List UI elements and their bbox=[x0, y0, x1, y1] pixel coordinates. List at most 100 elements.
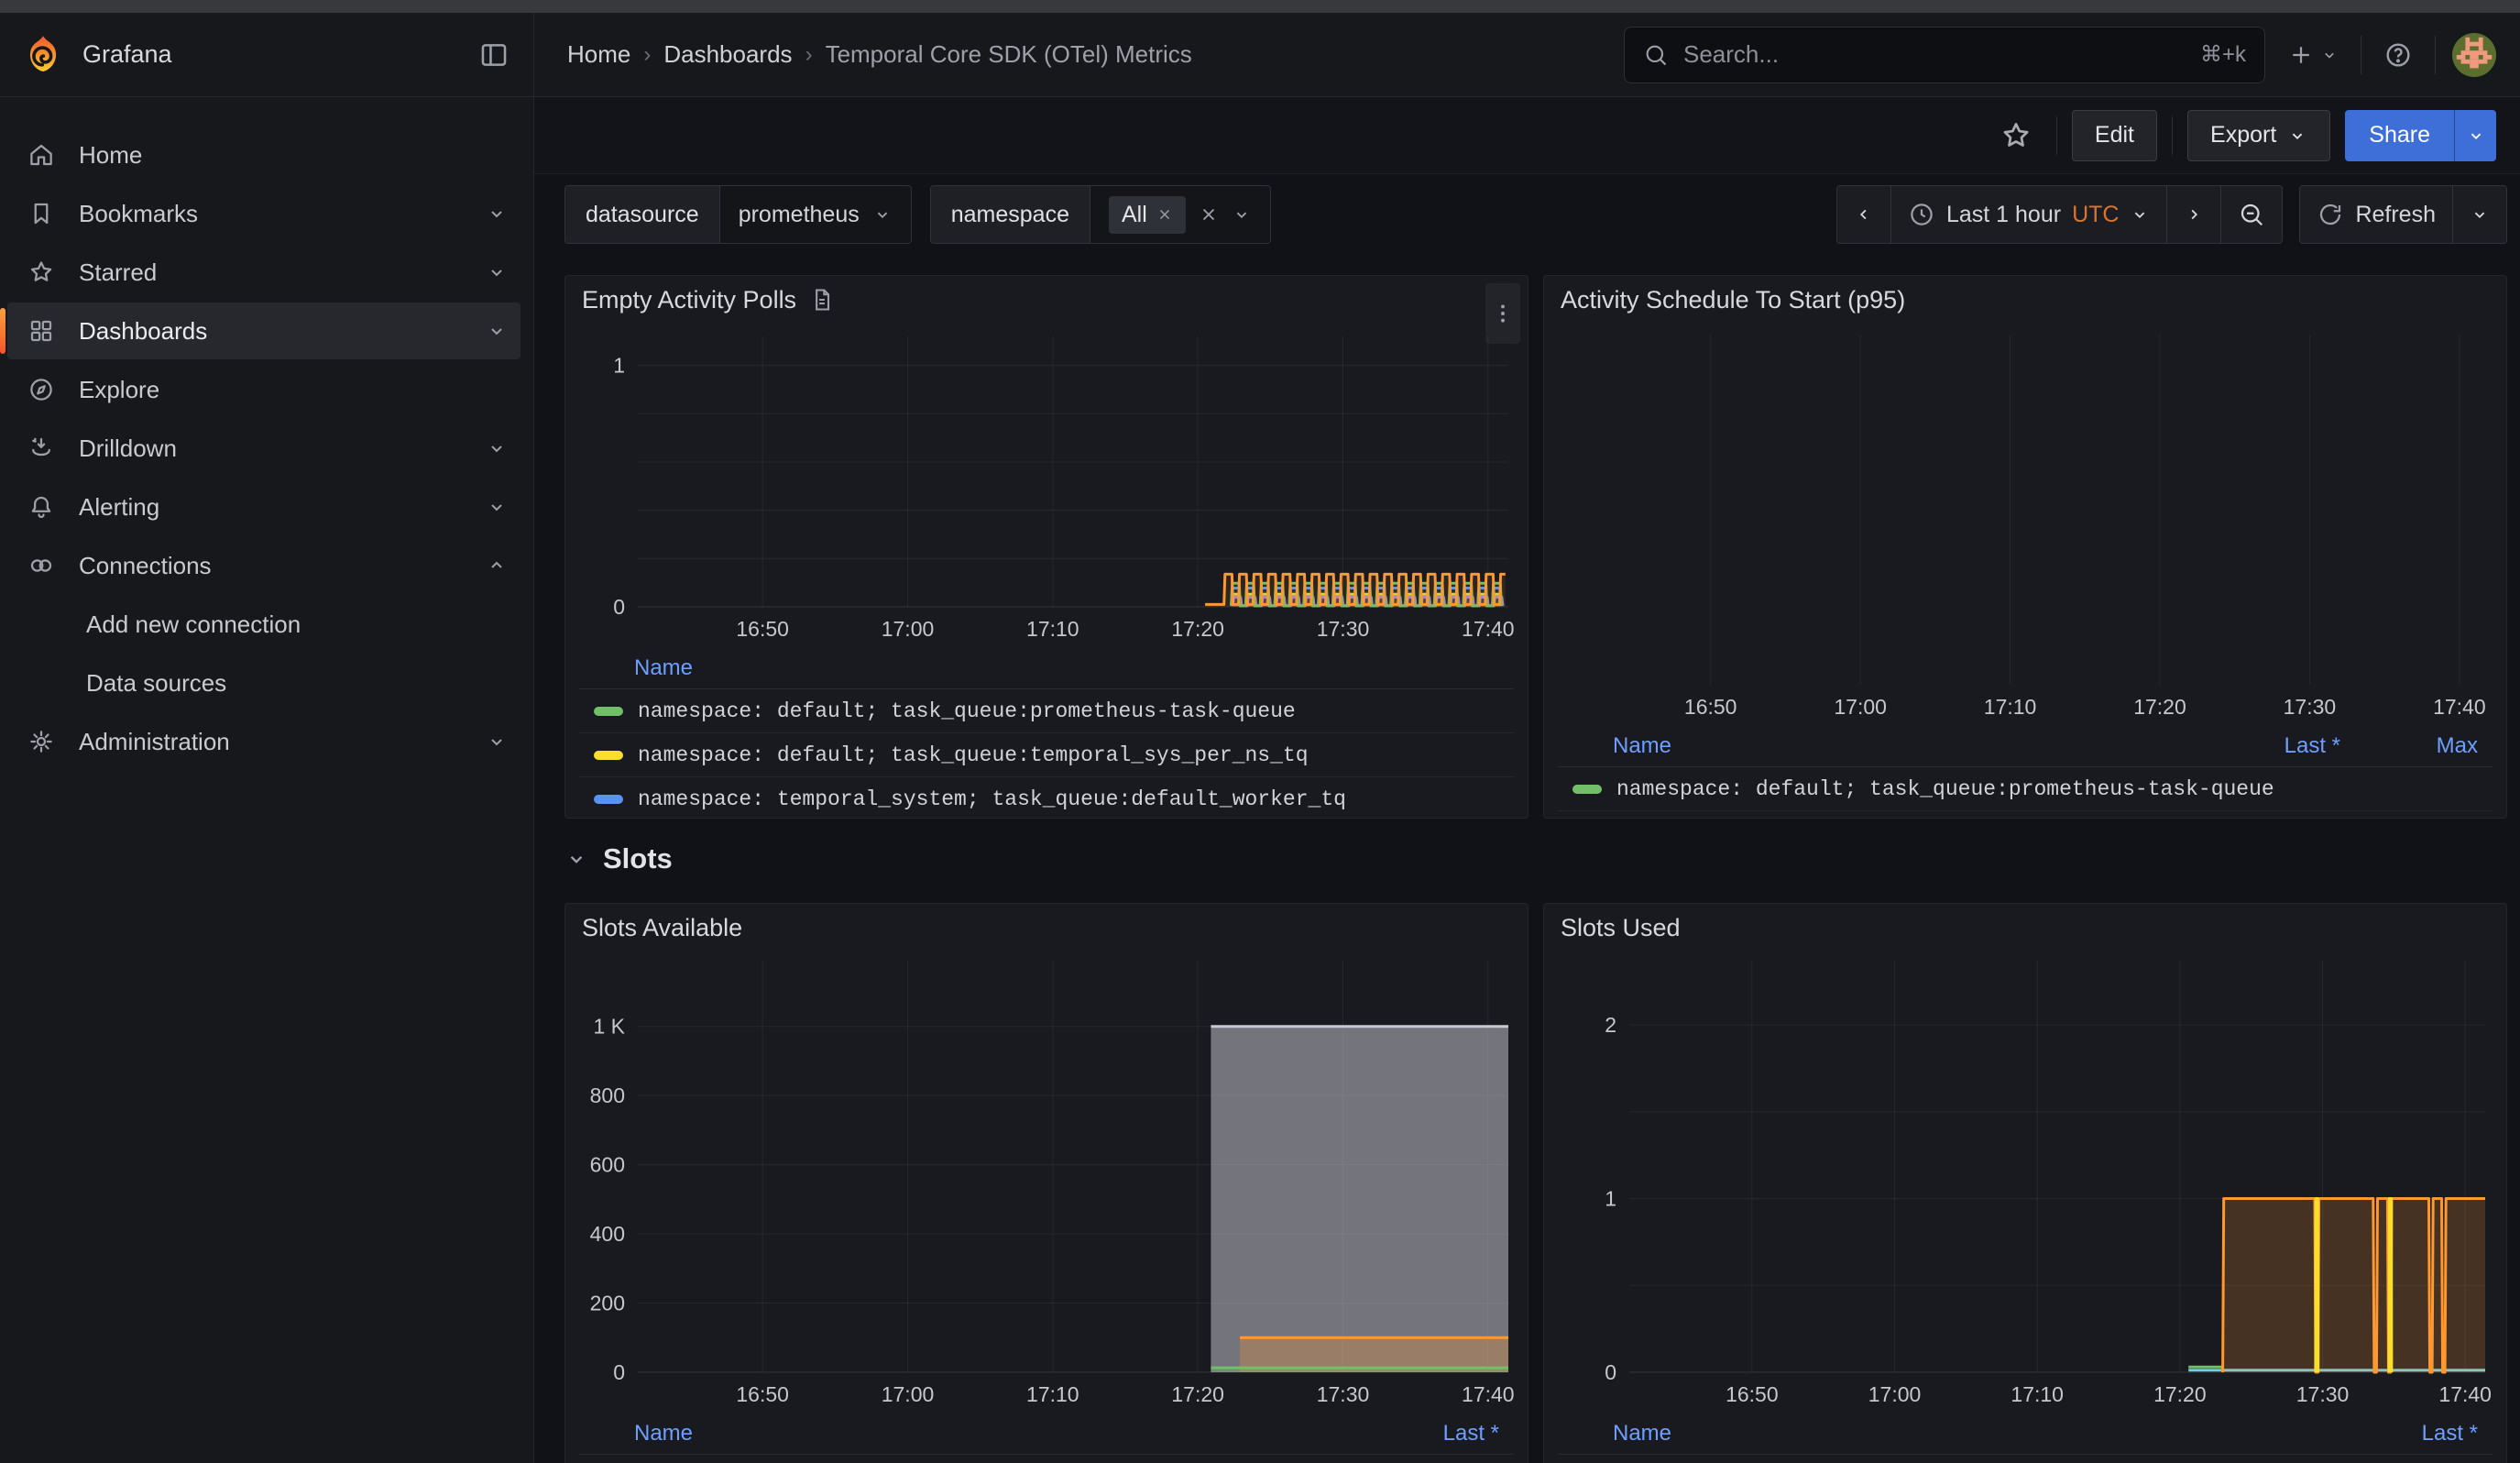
close-icon[interactable] bbox=[1156, 206, 1173, 223]
sidebar-item-bookmarks[interactable]: Bookmarks bbox=[7, 185, 520, 242]
time-shift-forward-button[interactable] bbox=[2167, 186, 2221, 243]
legend-sort-last[interactable]: Last * bbox=[2340, 1421, 2478, 1446]
search-box[interactable]: ⌘+k bbox=[1624, 27, 2265, 83]
chevron-up-icon bbox=[486, 555, 508, 577]
sidebar-item-data-sources[interactable]: Data sources bbox=[7, 654, 520, 711]
export-button[interactable]: Export bbox=[2187, 110, 2330, 161]
search-input[interactable] bbox=[1682, 39, 2187, 70]
svg-text:17:30: 17:30 bbox=[1317, 617, 1370, 641]
sidebar-item-label: Dashboards bbox=[79, 317, 462, 346]
sidebar-item-alerting[interactable]: Alerting bbox=[7, 478, 520, 535]
panel-title[interactable]: Slots Used bbox=[1561, 914, 1681, 942]
chevron-down-icon bbox=[2130, 204, 2150, 225]
chevron-down-icon bbox=[2320, 46, 2339, 64]
refresh-button[interactable]: Refresh bbox=[2300, 186, 2453, 243]
sidebar-item-label: Alerting bbox=[79, 493, 462, 522]
svg-text:17:20: 17:20 bbox=[2153, 1382, 2207, 1406]
legend-sort-name[interactable]: Name bbox=[1613, 733, 2203, 759]
legend-sort-name[interactable]: Name bbox=[1613, 1421, 2340, 1446]
refresh-interval-button[interactable] bbox=[2453, 186, 2506, 243]
sidebar-item-label: Home bbox=[79, 141, 508, 170]
panel-legend: Name namespace: default; task_queue:prome… bbox=[579, 647, 1514, 819]
svg-text:17:20: 17:20 bbox=[2133, 695, 2186, 719]
series-name: namespace: default; task_queue:temporal_… bbox=[638, 743, 1309, 767]
legend-row[interactable]: namespace: default; task_queue:temporal_… bbox=[579, 733, 1514, 777]
svg-text:17:30: 17:30 bbox=[1317, 1382, 1370, 1406]
sidebar-item-drilldown[interactable]: Drilldown bbox=[7, 420, 520, 477]
panel-title[interactable]: Activity Schedule To Start (p95) bbox=[1561, 286, 1905, 314]
legend-row[interactable]: namespace: default; task_queue:prometheu… bbox=[579, 689, 1514, 733]
chevron-left-icon bbox=[1854, 204, 1874, 225]
time-shift-back-button[interactable] bbox=[1837, 186, 1891, 243]
zoom-out-button[interactable] bbox=[2221, 186, 2282, 243]
svg-text:1: 1 bbox=[613, 354, 625, 378]
sidebar-item-label: Bookmarks bbox=[79, 200, 462, 228]
legend-row[interactable]: namespace: default; task_queue:prometheu… bbox=[1558, 1455, 2493, 1463]
legend-sort-last[interactable]: Last * bbox=[2203, 733, 2340, 759]
sidebar-item-add-new-connection[interactable]: Add new connection bbox=[7, 596, 520, 653]
chevron-down-icon bbox=[1232, 204, 1252, 225]
svg-text:16:50: 16:50 bbox=[1726, 1382, 1779, 1406]
grafana-logo-icon bbox=[22, 34, 64, 76]
variable-namespace-select[interactable]: All bbox=[1090, 186, 1270, 243]
legend-sort-max[interactable]: Max bbox=[2340, 733, 2478, 759]
time-controls: Last 1 hour UTC bbox=[1836, 185, 2507, 244]
svg-text:17:10: 17:10 bbox=[2011, 1382, 2064, 1406]
share-menu-button[interactable] bbox=[2454, 110, 2496, 161]
timeseries-chart: 16:5017:0017:1017:2017:3017:40012 bbox=[1558, 952, 2493, 1413]
home-icon bbox=[27, 141, 55, 169]
legend-sort-name[interactable]: Name bbox=[634, 655, 1499, 681]
search-shortcut: ⌘+k bbox=[2200, 41, 2246, 68]
svg-text:800: 800 bbox=[590, 1084, 625, 1107]
sidebar-item-label: Connections bbox=[79, 552, 462, 580]
panel-legend: NameLast * namespace: default; task_queue… bbox=[579, 1413, 1514, 1463]
panel-description-icon[interactable] bbox=[809, 287, 835, 313]
clear-selection-icon[interactable] bbox=[1199, 204, 1219, 225]
dock-sidebar-icon[interactable] bbox=[473, 34, 515, 76]
edit-button[interactable]: Edit bbox=[2072, 110, 2157, 161]
sidebar-item-administration[interactable]: Administration bbox=[7, 713, 520, 770]
sidebar-item-dashboards[interactable]: Dashboards bbox=[7, 302, 520, 359]
clock-icon bbox=[1908, 201, 1935, 228]
panel-slots-available: Slots Available 16:5017:0017:1017:2017:3… bbox=[564, 903, 1528, 1463]
series-color-swatch bbox=[594, 707, 623, 716]
legend-row[interactable]: namespace: temporal_system; task_queue:d… bbox=[579, 777, 1514, 819]
time-range-picker[interactable]: Last 1 hour UTC bbox=[1891, 186, 2167, 243]
svg-text:2: 2 bbox=[1605, 1013, 1616, 1037]
sidebar-item-explore[interactable]: Explore bbox=[7, 361, 520, 418]
panel-legend: NameLast *Max namespace: default; task_qu… bbox=[1558, 725, 2493, 811]
user-avatar[interactable] bbox=[2452, 33, 2496, 77]
sidebar-item-connections[interactable]: Connections bbox=[7, 537, 520, 594]
sidebar-item-starred[interactable]: Starred bbox=[7, 244, 520, 301]
breadcrumb-home[interactable]: Home bbox=[567, 40, 630, 69]
star-icon bbox=[2000, 119, 2032, 152]
variable-datasource-label: datasource bbox=[565, 186, 720, 243]
chevron-down-icon bbox=[486, 731, 508, 753]
breadcrumb-separator: › bbox=[805, 42, 813, 68]
panel-title[interactable]: Slots Available bbox=[582, 914, 742, 942]
star-dashboard-button[interactable] bbox=[1990, 110, 2042, 161]
bookmark-icon bbox=[27, 200, 55, 227]
svg-text:17:30: 17:30 bbox=[2296, 1382, 2350, 1406]
bell-icon bbox=[27, 493, 55, 521]
panel-title[interactable]: Empty Activity Polls bbox=[582, 286, 796, 314]
breadcrumb-dashboards[interactable]: Dashboards bbox=[663, 40, 792, 69]
row-toggle-slots[interactable]: Slots bbox=[564, 834, 673, 884]
legend-sort-name[interactable]: Name bbox=[634, 1421, 1362, 1446]
panel-header: Empty Activity Polls bbox=[565, 276, 1528, 324]
dashboard-toolbar: Edit Export Share bbox=[534, 97, 2520, 174]
svg-text:17:40: 17:40 bbox=[2438, 1382, 2492, 1406]
panel-header: Slots Available bbox=[565, 904, 1528, 952]
legend-row[interactable]: namespace: default; task_queue:prometheu… bbox=[579, 1455, 1514, 1463]
share-button[interactable]: Share bbox=[2345, 110, 2454, 161]
namespace-chip-all[interactable]: All bbox=[1109, 196, 1186, 234]
add-new-button[interactable] bbox=[2282, 36, 2344, 74]
variable-datasource-select[interactable]: prometheus bbox=[720, 186, 911, 243]
sidebar-item-label: Administration bbox=[79, 728, 462, 756]
legend-sort-last[interactable]: Last * bbox=[1362, 1421, 1499, 1446]
legend-header: Name bbox=[579, 647, 1514, 689]
legend-row[interactable]: namespace: default; task_queue:prometheu… bbox=[1558, 767, 2493, 811]
sidebar-item-home[interactable]: Home bbox=[7, 126, 520, 183]
help-button[interactable] bbox=[2378, 35, 2418, 75]
chevron-down-icon bbox=[486, 496, 508, 518]
